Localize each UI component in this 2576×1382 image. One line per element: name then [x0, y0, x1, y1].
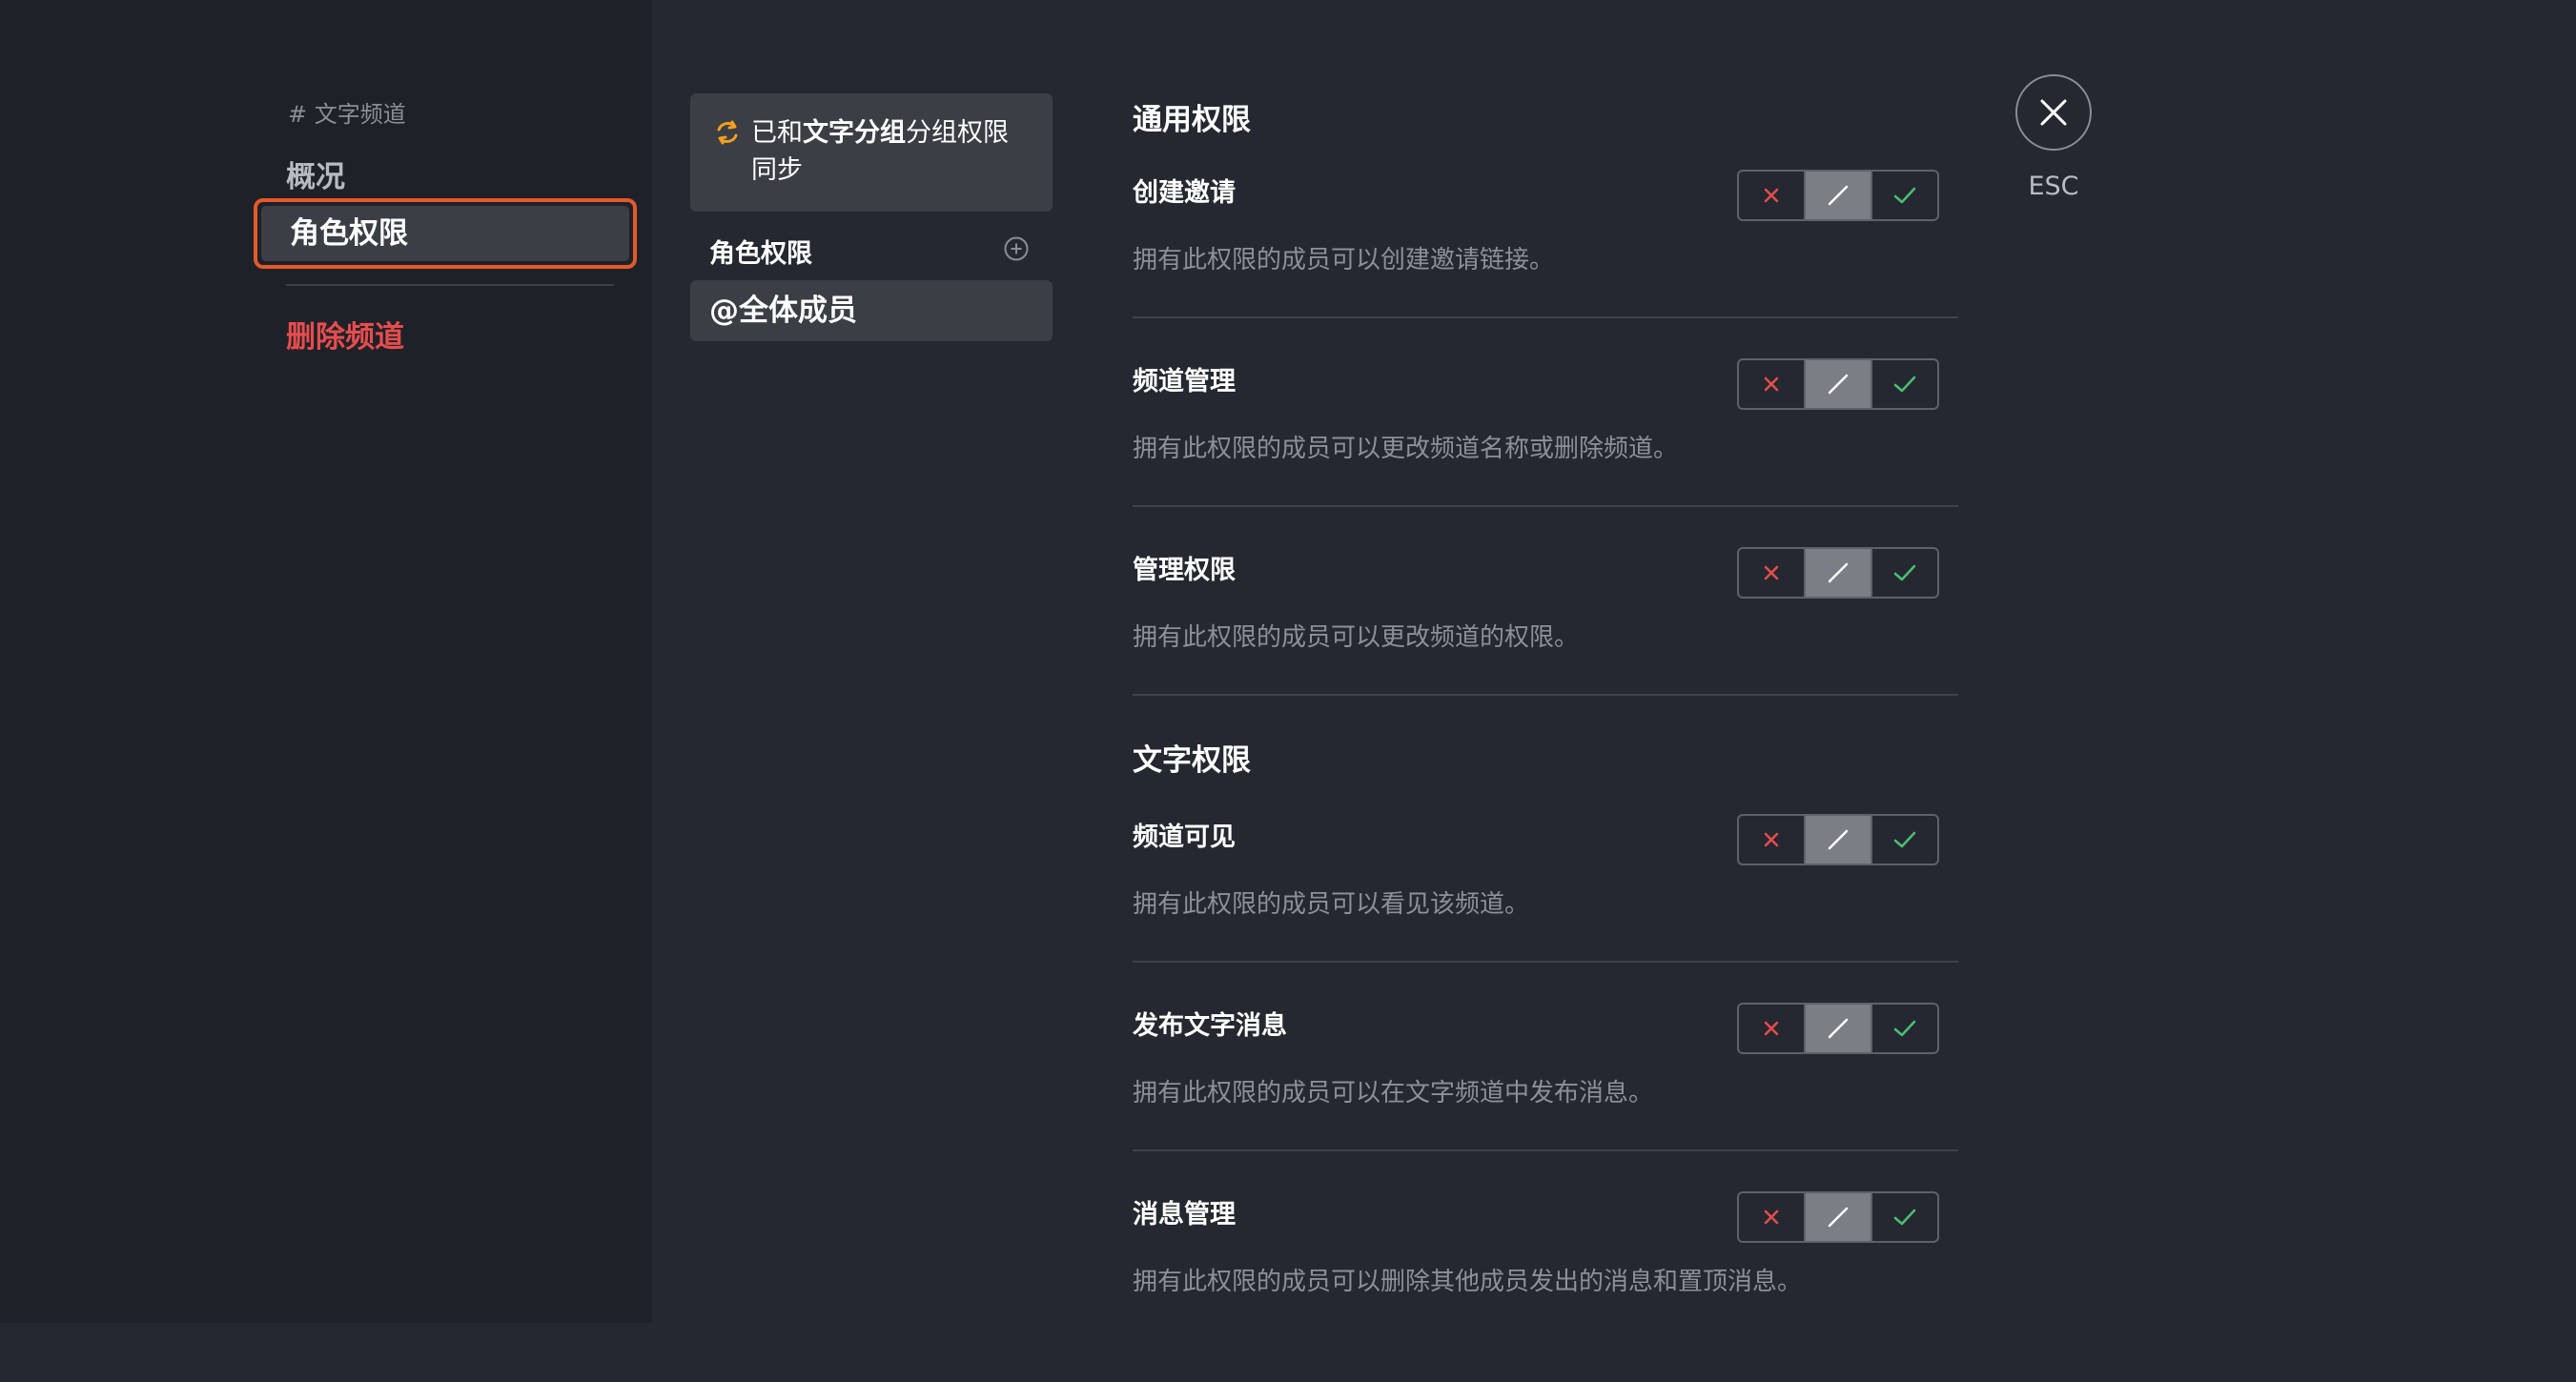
deny-icon — [1764, 376, 1779, 392]
permission-toggle — [1737, 1191, 1939, 1243]
divider — [1133, 505, 1958, 507]
check-icon — [1893, 831, 1916, 848]
permission-name: 创建邀请 — [1133, 178, 1236, 208]
check-icon — [1893, 564, 1916, 581]
permission-toggle — [1737, 358, 1939, 410]
deny-button[interactable] — [1739, 172, 1804, 219]
deny-button[interactable] — [1739, 360, 1804, 408]
allow-button[interactable] — [1871, 1005, 1937, 1052]
check-icon — [1893, 187, 1916, 204]
add-role-icon[interactable] — [1003, 235, 1030, 262]
permission-toggle — [1737, 814, 1939, 865]
close-button[interactable] — [2015, 74, 2092, 151]
channel-name-label: # 文字频道 — [288, 101, 406, 128]
deny-icon — [1764, 1021, 1779, 1036]
permission-row: 发布文字消息 拥有此权限的成员可以在文字频道中发布消息。 — [1133, 1003, 1958, 1193]
permission-name: 发布文字消息 — [1133, 1011, 1287, 1041]
deny-button[interactable] — [1739, 549, 1804, 597]
nav-role-permissions-label: 角色权限 — [261, 206, 629, 261]
allow-button[interactable] — [1871, 360, 1937, 408]
inherit-button[interactable] — [1804, 816, 1871, 864]
deny-button[interactable] — [1739, 1193, 1804, 1241]
permission-name: 管理权限 — [1133, 556, 1236, 585]
permission-description: 拥有此权限的成员可以更改频道名称或删除频道。 — [1133, 435, 1679, 463]
permission-description: 拥有此权限的成员可以创建邀请链接。 — [1133, 246, 1555, 274]
check-icon — [1893, 1020, 1916, 1037]
permission-description: 拥有此权限的成员可以看见该频道。 — [1133, 890, 1530, 919]
permission-sync-notice: 已和文字分组分组权限同步 — [690, 93, 1053, 212]
inherit-button[interactable] — [1804, 1193, 1871, 1241]
nav-divider — [286, 284, 614, 286]
inherit-icon — [1828, 1018, 1849, 1039]
inherit-button[interactable] — [1804, 549, 1871, 597]
settings-sidebar: # 文字频道 概况 角色权限 删除频道 — [0, 0, 652, 1323]
allow-button[interactable] — [1871, 1193, 1937, 1241]
inherit-button[interactable] — [1804, 360, 1871, 408]
sync-icon — [717, 120, 738, 145]
permission-description: 拥有此权限的成员可以在文字频道中发布消息。 — [1133, 1079, 1654, 1108]
check-icon — [1893, 376, 1916, 393]
inherit-icon — [1828, 829, 1849, 850]
inherit-icon — [1828, 562, 1849, 583]
roles-header: 角色权限 — [709, 239, 812, 269]
inherit-icon — [1828, 1207, 1849, 1228]
permission-name: 消息管理 — [1133, 1200, 1236, 1230]
divider — [1133, 694, 1958, 696]
sync-prefix: 已和 — [751, 118, 803, 148]
permission-toggle — [1737, 547, 1939, 599]
divider — [1133, 961, 1958, 963]
deny-button[interactable] — [1739, 1005, 1804, 1052]
allow-button[interactable] — [1871, 816, 1937, 864]
deny-icon — [1764, 832, 1779, 847]
permission-row: 频道可见 拥有此权限的成员可以看见该频道。 — [1133, 814, 1958, 1005]
role-item-everyone[interactable]: @全体成员 — [690, 280, 1053, 341]
permission-toggle — [1737, 1003, 1939, 1054]
inherit-button[interactable] — [1804, 172, 1871, 219]
inherit-icon — [1828, 185, 1849, 206]
deny-button[interactable] — [1739, 816, 1804, 864]
nav-overview[interactable]: 概况 — [286, 152, 345, 195]
permission-description: 拥有此权限的成员可以删除其他成员发出的消息和置顶消息。 — [1133, 1268, 1803, 1296]
permission-row: 管理权限 拥有此权限的成员可以更改频道的权限。 — [1133, 547, 1958, 738]
sync-category: 文字分组 — [803, 118, 906, 148]
inherit-button[interactable] — [1804, 1005, 1871, 1052]
nav-delete-channel[interactable]: 删除频道 — [286, 313, 404, 356]
permission-name: 频道管理 — [1133, 367, 1236, 396]
section-title-text: 文字权限 — [1133, 743, 1251, 778]
allow-button[interactable] — [1871, 549, 1937, 597]
divider — [1133, 1149, 1958, 1151]
esc-label: ESC — [2028, 172, 2079, 201]
permission-row: 消息管理 拥有此权限的成员可以删除其他成员发出的消息和置顶消息。 — [1133, 1191, 1958, 1382]
deny-icon — [1764, 188, 1779, 203]
check-icon — [1893, 1209, 1916, 1226]
permission-name: 频道可见 — [1133, 823, 1236, 852]
permission-row: 创建邀请 拥有此权限的成员可以创建邀请链接。 — [1133, 170, 1958, 360]
permission-toggle — [1737, 170, 1939, 221]
divider — [1133, 316, 1958, 318]
inherit-icon — [1828, 374, 1849, 395]
permission-row: 频道管理 拥有此权限的成员可以更改频道名称或删除频道。 — [1133, 358, 1958, 549]
allow-button[interactable] — [1871, 172, 1937, 219]
section-title-general: 通用权限 — [1133, 103, 1251, 137]
deny-icon — [1764, 1209, 1779, 1225]
deny-icon — [1764, 565, 1779, 580]
close-icon — [2040, 99, 2067, 126]
permission-description: 拥有此权限的成员可以更改频道的权限。 — [1133, 623, 1580, 652]
nav-role-permissions[interactable]: 角色权限 — [254, 198, 637, 269]
